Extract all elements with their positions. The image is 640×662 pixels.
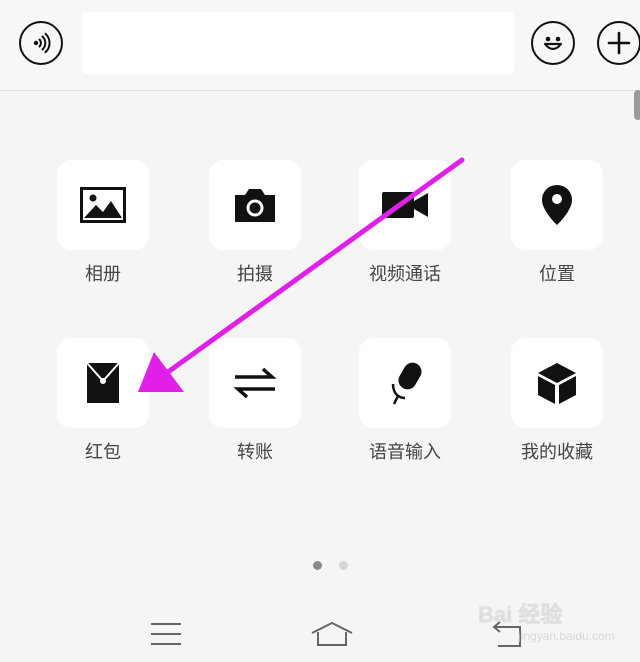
nav-menu-button[interactable] — [142, 616, 190, 652]
tile-icon-box — [57, 338, 149, 428]
smiley-face-icon — [543, 36, 563, 51]
tile-icon-box — [359, 338, 451, 428]
tile-label-album: 相册 — [85, 264, 121, 285]
message-input[interactable] — [82, 12, 514, 74]
system-nav-bar — [0, 602, 640, 662]
menu-icon — [151, 623, 181, 645]
tile-label-camera: 拍摄 — [237, 264, 273, 285]
tile-voice-input[interactable]: 语音输入 — [355, 338, 455, 464]
location-pin-icon — [542, 185, 572, 225]
tile-location[interactable]: 位置 — [507, 160, 607, 286]
voice-button[interactable] — [19, 21, 63, 65]
emoji-button[interactable] — [531, 21, 575, 65]
tile-red-envelope[interactable]: 红包 — [53, 338, 153, 464]
voice-wave-icon — [33, 32, 51, 54]
tile-icon-box — [359, 160, 451, 250]
page-indicator-inactive[interactable] — [339, 561, 348, 570]
home-icon — [311, 621, 353, 646]
tile-video-call[interactable]: 视频通话 — [355, 160, 455, 286]
tile-icon-box — [57, 160, 149, 250]
video-camera-icon — [382, 192, 428, 218]
plus-icon — [607, 31, 631, 55]
tile-camera[interactable]: 拍摄 — [205, 160, 305, 286]
tile-icon-box — [209, 160, 301, 250]
tile-icon-box — [511, 160, 603, 250]
image-icon — [80, 187, 126, 223]
tile-icon-box — [209, 338, 301, 428]
nav-home-button[interactable] — [308, 616, 356, 652]
tile-label-red-envelope: 红包 — [85, 442, 121, 463]
page-indicator-active — [313, 561, 322, 570]
tile-album[interactable]: 相册 — [53, 160, 153, 286]
red-envelope-icon — [86, 362, 120, 403]
tile-transfer[interactable]: 转账 — [205, 338, 305, 464]
function-panel: 相册 拍摄 视频通话 位置 红包 转账 语音输入 我的收藏 — [0, 90, 640, 610]
transfer-arrows-icon — [233, 367, 277, 399]
chat-input-bar — [0, 0, 640, 91]
back-icon — [492, 621, 521, 647]
tile-label-location: 位置 — [539, 264, 575, 285]
nav-back-button[interactable] — [484, 616, 532, 652]
tile-label-video-call: 视频通话 — [369, 264, 441, 285]
tile-label-transfer: 转账 — [237, 442, 273, 463]
tile-label-voice-input: 语音输入 — [369, 442, 441, 463]
microphone-icon — [391, 362, 422, 405]
tile-label-favorites: 我的收藏 — [521, 442, 593, 463]
tile-icon-box — [511, 338, 603, 428]
camera-icon — [235, 189, 275, 222]
tile-favorites[interactable]: 我的收藏 — [507, 338, 607, 464]
more-button[interactable] — [597, 21, 640, 65]
favorites-cube-icon — [538, 363, 576, 404]
